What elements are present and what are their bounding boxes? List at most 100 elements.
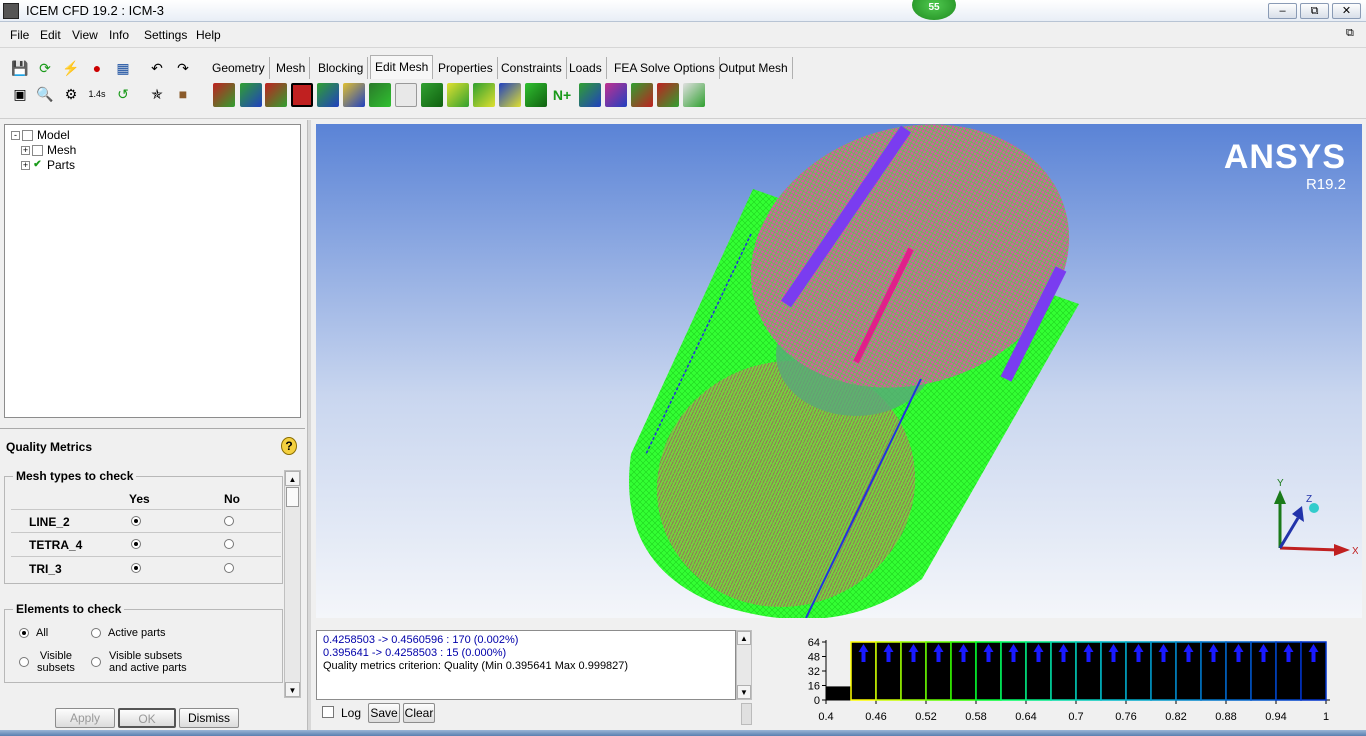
menu-view[interactable]: View — [72, 28, 98, 42]
panel-scrollbar[interactable]: ▲ ▼ — [284, 470, 301, 698]
extrude-mesh-icon[interactable] — [240, 83, 262, 107]
tab-geometry[interactable]: Geometry — [208, 57, 270, 79]
tab-edit-mesh[interactable]: Edit Mesh — [370, 55, 434, 79]
tree-node-mesh[interactable]: + Mesh — [21, 143, 76, 157]
notification-badge[interactable]: 55 — [912, 0, 956, 20]
all-radio[interactable] — [19, 628, 29, 638]
visible-active-label: Visible subsets and active parts — [109, 650, 187, 674]
column-no: No — [224, 492, 240, 506]
apply-button[interactable]: Apply — [55, 708, 115, 728]
wireframe-icon[interactable]: ✯ — [146, 83, 168, 105]
dismiss-button[interactable]: Dismiss — [179, 708, 239, 728]
redo-icon[interactable]: ↷ — [172, 57, 194, 79]
split-mesh-icon[interactable] — [447, 83, 469, 107]
no-radio[interactable] — [224, 516, 234, 526]
tab-constraints[interactable]: Constraints — [497, 57, 567, 79]
smooth-mesh-icon[interactable] — [343, 83, 365, 107]
tab-mesh[interactable]: Mesh — [272, 57, 311, 79]
checkmark-icon[interactable]: ✔ — [32, 159, 43, 171]
log-checkbox[interactable] — [322, 706, 334, 718]
x-tick-label: 0.4 — [818, 711, 833, 723]
tab-blocking[interactable]: Blocking — [314, 57, 369, 79]
convert-mesh-type-icon[interactable] — [525, 83, 547, 107]
visible-active-radio[interactable] — [91, 657, 101, 667]
quality-histogram[interactable]: 0 16 32 48 64 0.4 0.46 0.52 0.58 0.64 0.7 0.76 0.82 0… — [762, 630, 1362, 730]
transform-mesh-icon[interactable] — [265, 83, 287, 107]
panel-title: Quality Metrics — [6, 440, 93, 454]
scroll-up-icon[interactable]: ▲ — [285, 471, 300, 486]
refresh-icon[interactable]: ⟳ — [34, 57, 56, 79]
save-icon[interactable]: 💾 — [9, 57, 31, 79]
overflow-arrow-stem — [1211, 652, 1216, 662]
lightning-icon[interactable]: ⚡ — [60, 57, 82, 79]
create-elements-icon[interactable] — [213, 83, 235, 107]
ok-button[interactable]: OK — [118, 708, 176, 728]
checkbox-icon[interactable] — [22, 129, 33, 141]
repair-mesh-icon[interactable] — [395, 83, 417, 107]
save-log-button[interactable]: Save — [368, 703, 400, 723]
help-icon[interactable]: ? — [281, 437, 297, 455]
transform-nodes-icon[interactable] — [499, 83, 521, 107]
elements-legend: Elements to check — [13, 602, 125, 616]
log-scroll-handle[interactable] — [741, 703, 752, 725]
graphics-viewport[interactable]: ANSYS R19.2 Y X Z — [316, 124, 1362, 618]
workbench-icon[interactable]: ▦ — [112, 57, 134, 79]
message-scrollbar[interactable]: ▲ ▼ — [736, 630, 752, 700]
yes-radio[interactable] — [131, 563, 141, 573]
reorient-mesh-icon[interactable] — [605, 83, 627, 107]
menu-info[interactable]: Info — [109, 28, 129, 42]
checkbox-icon[interactable] — [32, 144, 43, 156]
zoom-icon[interactable]: 🔍 — [34, 83, 56, 105]
restore-icon[interactable]: ⧉ — [1346, 27, 1360, 39]
menu-help[interactable]: Help — [196, 28, 221, 42]
menu-file[interactable]: File — [10, 28, 29, 42]
merge-nodes-icon[interactable] — [421, 83, 443, 107]
visible-subsets-radio[interactable] — [19, 657, 29, 667]
yes-radio[interactable] — [131, 516, 141, 526]
record-icon[interactable]: ● — [86, 57, 108, 79]
collapse-icon[interactable]: - — [11, 130, 20, 140]
close-button[interactable]: ✕ — [1332, 3, 1361, 19]
measure-icon[interactable]: ⚙ — [60, 83, 82, 105]
tab-fea-solve-options[interactable]: FEA Solve Options — [610, 57, 720, 79]
display-quality-icon[interactable] — [317, 83, 339, 107]
active-parts-radio[interactable] — [91, 628, 101, 638]
delete-nodes-icon[interactable] — [631, 83, 653, 107]
renumber-icon[interactable]: N+ — [551, 83, 573, 107]
scroll-down-icon[interactable]: ▼ — [285, 682, 300, 697]
scroll-thumb[interactable] — [286, 487, 299, 507]
tab-loads[interactable]: Loads — [565, 57, 607, 79]
solid-icon[interactable]: ■ — [172, 83, 194, 105]
clear-log-button[interactable]: Clear — [403, 703, 435, 723]
panel-splitter[interactable] — [307, 120, 311, 732]
smooth-hexa-icon[interactable] — [369, 83, 391, 107]
menu-edit[interactable]: Edit — [40, 28, 61, 42]
x-tick-label: 0.94 — [1265, 711, 1286, 723]
x-tick-label: 0.88 — [1215, 711, 1236, 723]
transform-icon[interactable]: ↺ — [112, 83, 134, 105]
fit-window-icon[interactable]: ▣ — [9, 83, 31, 105]
tab-properties[interactable]: Properties — [434, 57, 498, 79]
maximize-button[interactable]: ⧉ — [1300, 3, 1329, 19]
check-mesh-icon[interactable] — [291, 83, 313, 107]
yes-radio[interactable] — [131, 539, 141, 549]
message-window[interactable]: 0.4258503 -> 0.4560596 : 170 (0.002%) 0.… — [316, 630, 736, 700]
no-radio[interactable] — [224, 563, 234, 573]
minimize-button[interactable]: – — [1268, 3, 1297, 19]
edit-distributed-attribute-icon[interactable] — [683, 83, 705, 107]
distance-icon[interactable]: 1.4s — [86, 83, 108, 105]
expand-icon[interactable]: + — [21, 145, 30, 155]
scroll-down-icon[interactable]: ▼ — [737, 685, 751, 699]
expand-icon[interactable]: + — [21, 160, 30, 170]
move-nodes-icon[interactable] — [473, 83, 495, 107]
scroll-up-icon[interactable]: ▲ — [737, 631, 751, 645]
menu-settings[interactable]: Settings — [144, 28, 187, 42]
undo-icon[interactable]: ↶ — [146, 57, 168, 79]
tab-output-mesh[interactable]: Output Mesh — [715, 57, 793, 79]
adjust-density-icon[interactable] — [579, 83, 601, 107]
delete-elements-icon[interactable] — [657, 83, 679, 107]
tree-node-model[interactable]: - Model — [11, 128, 70, 142]
tree-node-parts[interactable]: + ✔ Parts — [21, 158, 75, 172]
no-radio[interactable] — [224, 539, 234, 549]
axis-x-label: X — [1352, 546, 1358, 557]
